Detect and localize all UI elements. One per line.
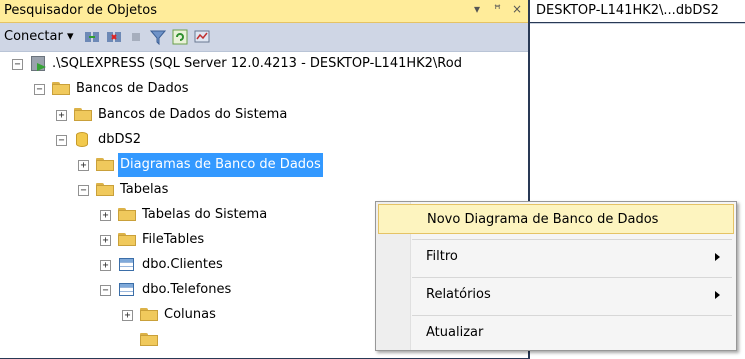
table-icon	[119, 283, 134, 296]
object-explorer-title: Pesquisador de Objetos	[4, 3, 157, 18]
activity-monitor-icon[interactable]	[194, 29, 210, 45]
refresh-icon[interactable]	[172, 29, 188, 45]
object-explorer-toolbar: Conectar ▾	[0, 23, 528, 52]
menu-separator	[412, 277, 732, 278]
submenu-arrow-icon	[715, 291, 720, 299]
tables-label: Tabelas	[120, 182, 169, 197]
tree-node-server[interactable]: − .\SQLEXPRESS (SQL Server 12.0.4213 - D…	[0, 52, 528, 76]
collapse-icon[interactable]: −	[56, 135, 67, 146]
menu-separator	[412, 239, 732, 240]
collapse-icon[interactable]: −	[100, 285, 111, 296]
table-icon	[119, 258, 134, 271]
diagrams-label: Diagramas de Banco de Dados	[118, 153, 323, 177]
connect-button[interactable]: Conectar ▾	[4, 29, 73, 44]
filetables-label: FileTables	[142, 232, 205, 247]
folder-icon	[118, 208, 136, 221]
folder-icon	[96, 183, 114, 196]
folder-icon	[96, 158, 114, 171]
expand-icon[interactable]: +	[122, 310, 133, 321]
connect-object-explorer-icon[interactable]	[84, 29, 100, 45]
expand-icon[interactable]: +	[100, 235, 111, 246]
collapse-icon[interactable]: −	[78, 185, 89, 196]
table-clientes-label: dbo.Clientes	[142, 257, 223, 272]
database-label: dbDS2	[98, 132, 142, 147]
collapse-icon[interactable]: −	[12, 59, 23, 70]
close-icon[interactable]: ×	[512, 2, 522, 16]
system-databases-label: Bancos de Dados do Sistema	[98, 107, 288, 122]
expand-icon[interactable]: +	[78, 160, 89, 171]
context-menu: Novo Diagrama de Banco de Dados Filtro R…	[375, 201, 737, 351]
databases-label: Bancos de Dados	[76, 81, 189, 96]
disconnect-icon[interactable]	[106, 29, 122, 45]
expand-icon[interactable]: +	[100, 260, 111, 271]
menu-item-label: Novo Diagrama de Banco de Dados	[427, 212, 659, 227]
folder-icon	[118, 233, 136, 246]
tree-node-system-databases[interactable]: + Bancos de Dados do Sistema	[0, 103, 528, 127]
folder-icon	[74, 108, 92, 121]
tree-node-tables[interactable]: − Tabelas	[0, 178, 528, 202]
menu-item-label: Atualizar	[426, 325, 484, 340]
document-tab-title: DESKTOP-L141HK2\...dbDS2	[536, 3, 719, 18]
menu-separator	[412, 315, 732, 316]
tree-node-diagrams[interactable]: + Diagramas de Banco de Dados	[0, 153, 528, 177]
expand-icon[interactable]: +	[100, 210, 111, 221]
database-icon	[76, 132, 88, 147]
pin-icon[interactable]: ꟸ	[494, 2, 501, 16]
table-telefones-label: dbo.Telefones	[142, 282, 232, 297]
submenu-arrow-icon	[715, 253, 720, 261]
document-tab[interactable]: DESKTOP-L141HK2\...dbDS2	[530, 0, 745, 22]
menu-item-filter[interactable]: Filtro	[378, 242, 734, 272]
menu-item-refresh[interactable]: Atualizar	[378, 318, 734, 348]
collapse-icon[interactable]: −	[34, 84, 45, 95]
folder-icon	[140, 308, 158, 321]
folder-icon	[140, 333, 158, 346]
menu-item-reports[interactable]: Relatórios	[378, 280, 734, 310]
filter-icon[interactable]	[149, 29, 167, 46]
server-label: .\SQLEXPRESS (SQL Server 12.0.4213 - DES…	[52, 56, 462, 71]
menu-item-label: Filtro	[426, 249, 458, 264]
columns-label: Colunas	[164, 307, 216, 322]
menu-item-label: Relatórios	[426, 287, 491, 302]
tree-node-databases[interactable]: − Bancos de Dados	[0, 77, 528, 101]
expand-icon[interactable]: +	[56, 110, 67, 121]
object-explorer-title-bar: Pesquisador de Objetos ▾ ꟸ ×	[0, 0, 528, 23]
folder-icon	[52, 82, 70, 95]
window-position-dropdown-icon[interactable]: ▾	[474, 2, 480, 16]
system-tables-label: Tabelas do Sistema	[142, 207, 268, 222]
tree-node-database-dbds2[interactable]: − dbDS2	[0, 128, 528, 152]
menu-item-new-database-diagram[interactable]: Novo Diagrama de Banco de Dados	[378, 204, 734, 234]
stop-icon[interactable]	[128, 29, 144, 45]
